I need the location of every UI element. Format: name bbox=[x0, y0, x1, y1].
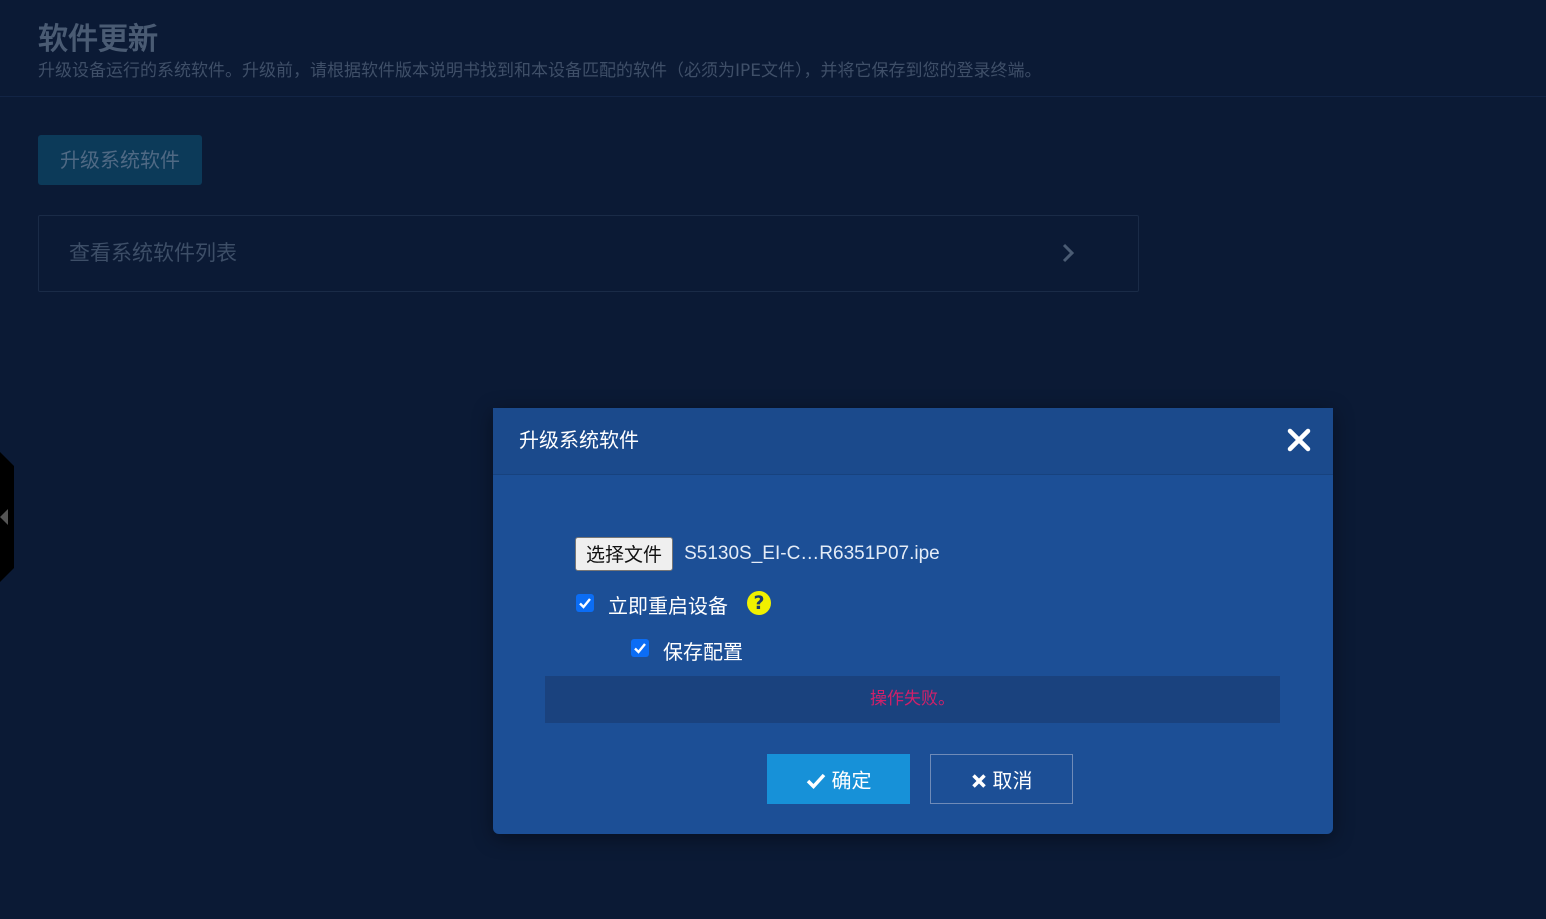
reboot-checkbox[interactable] bbox=[576, 594, 594, 612]
close-icon[interactable] bbox=[1285, 426, 1313, 454]
cancel-button-label: 取消 bbox=[992, 768, 1033, 793]
cancel-button[interactable]: 取消 bbox=[930, 754, 1073, 804]
confirm-button[interactable]: 确定 bbox=[767, 754, 910, 804]
save-config-checkbox[interactable] bbox=[631, 639, 649, 657]
save-config-label: 保存配置 bbox=[663, 640, 743, 664]
file-picker: 选择文件 S5130S_EI-C…R6351P07.ipe bbox=[575, 537, 940, 573]
upgrade-dialog: 升级系统软件 选择文件 S5130S_EI-C…R6351P07.ipe 立即重… bbox=[493, 408, 1333, 834]
selected-file-name: S5130S_EI-C…R6351P07.ipe bbox=[684, 543, 940, 564]
choose-file-button[interactable]: 选择文件 bbox=[575, 537, 674, 571]
checkmark-icon bbox=[634, 643, 646, 654]
reboot-label: 立即重启设备 bbox=[608, 594, 728, 618]
dialog-header: 升级系统软件 bbox=[493, 408, 1333, 475]
software-update-page: 软件更新 升级设备运行的系统软件。升级前，请根据软件版本说明书找到和本设备匹配的… bbox=[0, 0, 1546, 919]
help-icon[interactable]: ? bbox=[747, 591, 771, 615]
dialog-title: 升级系统软件 bbox=[519, 428, 639, 452]
confirm-button-label: 确定 bbox=[831, 768, 872, 793]
checkmark-icon bbox=[579, 598, 591, 609]
error-message: 操作失败。 bbox=[870, 689, 955, 709]
check-icon bbox=[806, 773, 825, 789]
error-message-box: 操作失败。 bbox=[545, 676, 1280, 723]
times-icon bbox=[971, 773, 986, 788]
